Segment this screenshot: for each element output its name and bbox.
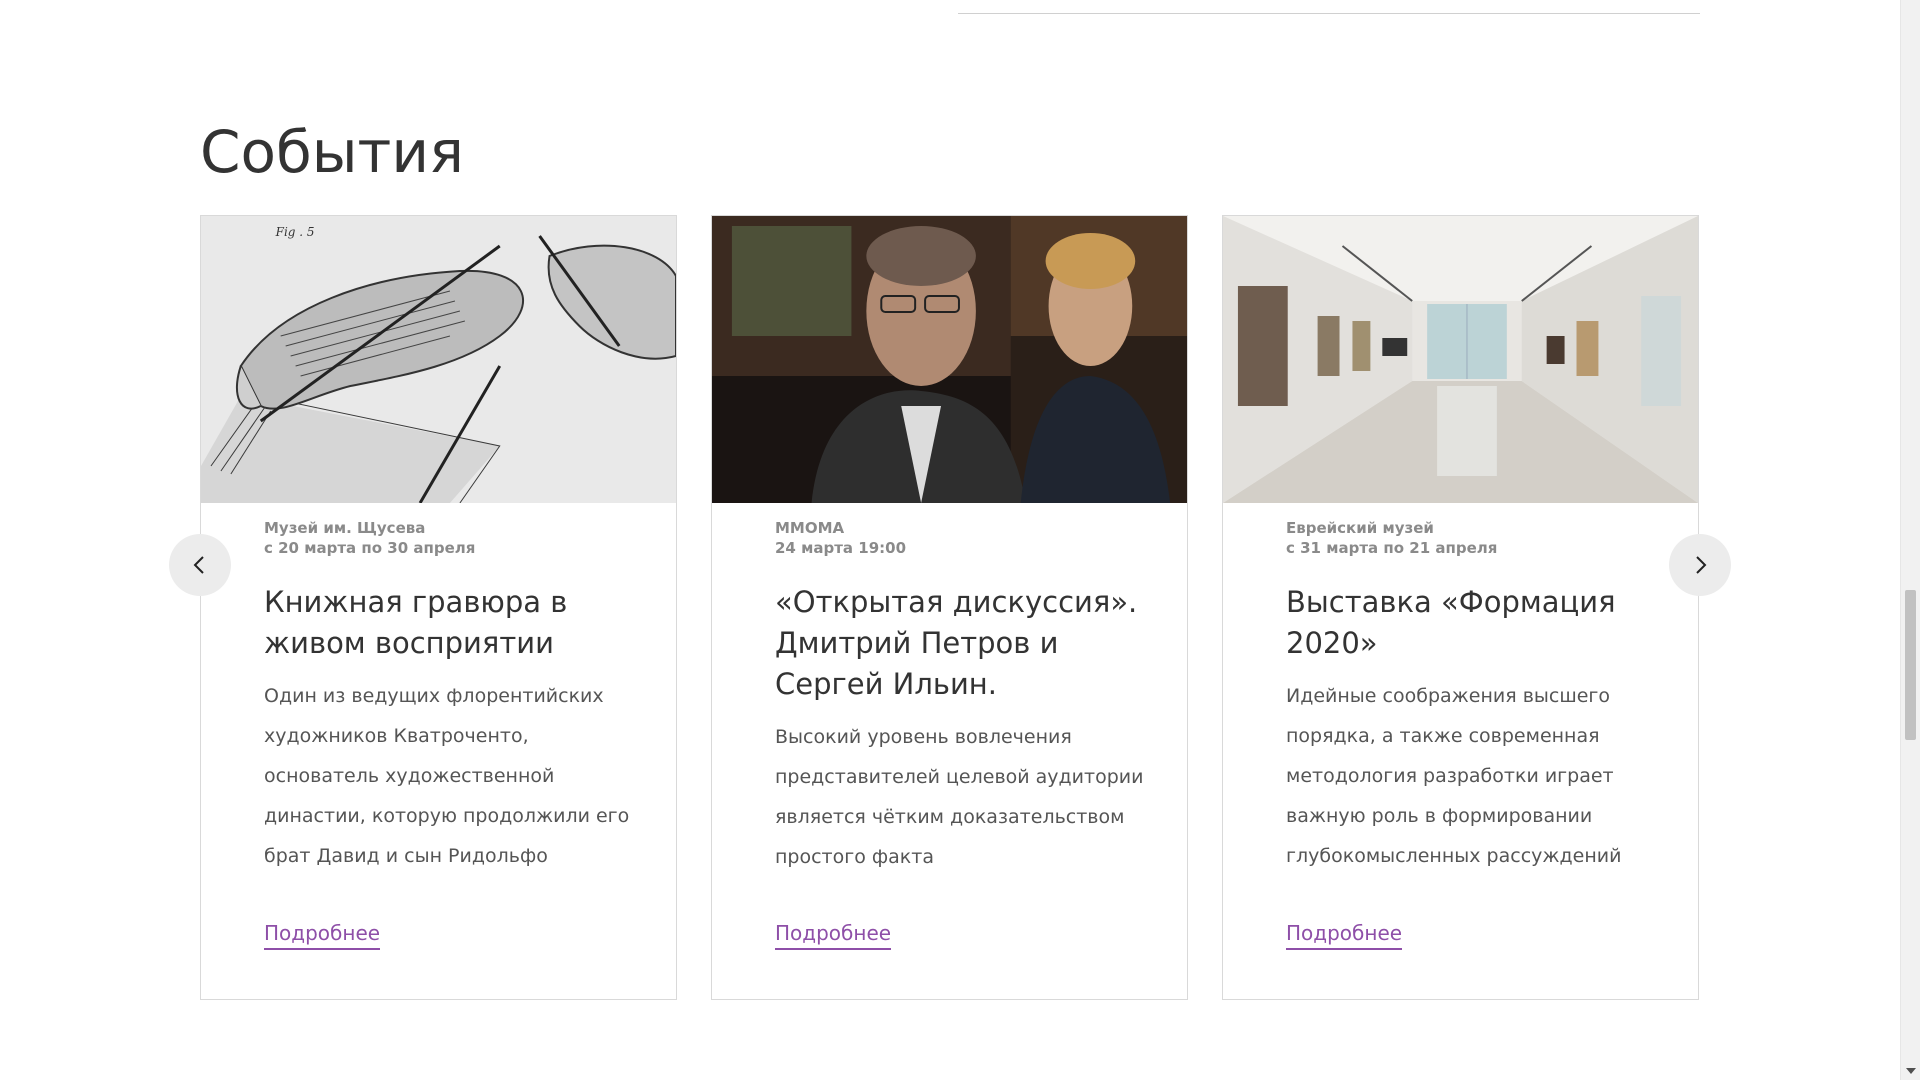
event-description: Один из ведущих флорентийских художников…	[264, 685, 630, 867]
scroll-down-arrow-icon[interactable]	[1906, 1068, 1916, 1074]
event-card-body: Еврейский музей с 31 марта по 21 апреля …	[1286, 518, 1656, 876]
event-card-body: Музей им. Щусева с 20 марта по 30 апреля…	[264, 518, 634, 876]
events-carousel: Fig . 5 Музей им. Щусева с 20 марта по 3…	[200, 215, 1700, 1002]
page: События Fig . 5 Музей им. Щусева с 20 ма…	[0, 0, 1920, 1080]
event-card: ММОМА 24 марта 19:00 «Открытая дискуссия…	[711, 215, 1188, 1000]
event-description: Высокий уровень вовлечения представителе…	[775, 726, 1144, 868]
event-image-engraving[interactable]: Fig . 5	[201, 216, 676, 503]
page-scrollbar[interactable]	[1900, 0, 1920, 1080]
event-venue: ММОМА	[775, 519, 845, 537]
scrollbar-thumb[interactable]	[1905, 590, 1916, 740]
event-image-discussion[interactable]	[712, 216, 1187, 503]
discussion-image	[712, 216, 1187, 503]
event-title[interactable]: Выставка «Формация 2020»	[1286, 582, 1656, 664]
more-link[interactable]: Подробнее	[264, 919, 381, 950]
gallery-image	[1223, 216, 1698, 503]
section-title: События	[200, 118, 464, 186]
chevron-left-icon	[193, 556, 204, 574]
event-date: с 20 марта по 30 апреля	[264, 539, 476, 557]
engraving-image: Fig . 5	[201, 216, 676, 503]
event-date: с 31 марта по 21 апреля	[1286, 539, 1498, 557]
event-date: 24 марта 19:00	[775, 539, 907, 557]
event-card: Fig . 5 Музей им. Щусева с 20 марта по 3…	[200, 215, 677, 1000]
more-link[interactable]: Подробнее	[1286, 919, 1403, 950]
chevron-right-icon	[1696, 556, 1707, 574]
event-card: Еврейский музей с 31 марта по 21 апреля …	[1222, 215, 1699, 1000]
top-divider	[958, 13, 1700, 14]
event-image-gallery[interactable]	[1223, 216, 1698, 503]
event-venue: Еврейский музей	[1286, 519, 1434, 537]
more-link[interactable]: Подробнее	[775, 919, 892, 950]
event-description: Идейные соображения высшего порядка, а т…	[1286, 685, 1622, 867]
event-title[interactable]: «Открытая дискуссия». Дмитрий Петров и С…	[775, 582, 1145, 705]
svg-text:Fig . 5: Fig . 5	[275, 225, 315, 239]
event-card-body: ММОМА 24 марта 19:00 «Открытая дискуссия…	[775, 518, 1145, 877]
carousel-prev-button[interactable]	[169, 534, 231, 596]
carousel-next-button[interactable]	[1669, 534, 1731, 596]
event-venue: Музей им. Щусева	[264, 519, 426, 537]
event-title[interactable]: Книжная гравюра в живом восприятии	[264, 582, 634, 664]
